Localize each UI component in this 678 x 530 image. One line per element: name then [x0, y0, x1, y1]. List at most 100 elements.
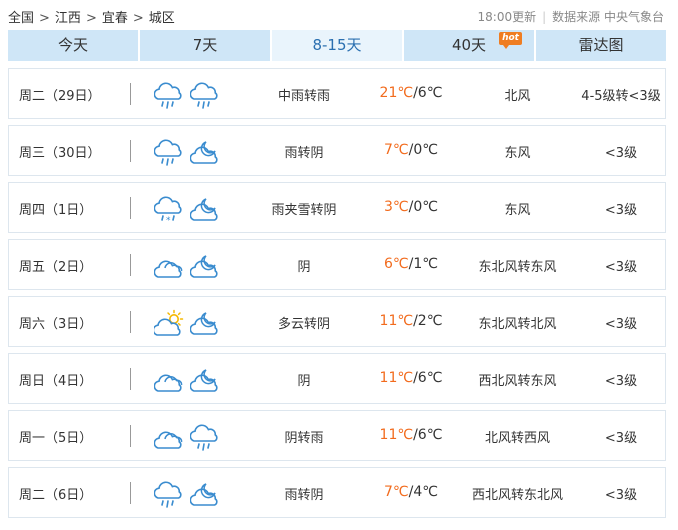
wind-direction: 东风	[504, 146, 531, 161]
weather-icons	[154, 423, 224, 451]
temperature: 7℃/0℃	[361, 142, 461, 158]
forecast-row: 周二（29日） 中雨转雨 21℃/6℃ 北风 4-5级转<3级	[8, 68, 666, 119]
breadcrumb-link-province[interactable]: 江西	[55, 11, 81, 26]
forecast-date: 周二（6日）	[19, 488, 93, 503]
forecast-date: 周二（29日）	[19, 89, 101, 104]
weather-icons	[154, 480, 224, 508]
high-temperature: 21℃	[379, 85, 414, 101]
row-divider	[130, 254, 131, 276]
wind-direction: 东风	[504, 203, 531, 218]
wind-direction: 北风转西风	[484, 431, 550, 446]
row-divider	[130, 425, 131, 447]
forecast-row: 周五（2日） 阴 6℃/1℃ 东北风转东风 <3级	[8, 239, 666, 290]
row-divider	[130, 197, 131, 219]
breadcrumb-separator: >	[39, 11, 50, 26]
tab-label: 雷达图	[578, 36, 624, 54]
weather-description: 雨转阴	[284, 146, 324, 161]
wind-direction: 东北风转东风	[478, 260, 557, 275]
low-temperature: /6℃	[413, 370, 443, 386]
weather-description: 雨夹雪转阴	[271, 203, 337, 218]
breadcrumb: 全国 > 江西 > 宜春 > 城区	[8, 7, 175, 26]
high-temperature: 11℃	[379, 427, 414, 443]
weather-icons	[154, 366, 224, 394]
tab-label: 今天	[57, 36, 88, 54]
breadcrumb-current: 城区	[148, 11, 175, 26]
wind-level: <3级	[604, 260, 638, 275]
weather-icons	[154, 252, 224, 280]
wind-direction: 东北风转北风	[478, 317, 557, 332]
row-divider	[130, 311, 131, 333]
breadcrumb-separator: >	[132, 11, 144, 26]
row-divider	[130, 482, 131, 504]
forecast-row: 周六（3日） 多云转阴 11℃/2℃ 东北风转北风 <3级	[8, 296, 666, 347]
high-temperature: 7℃	[384, 484, 409, 500]
wind-level: <3级	[604, 431, 638, 446]
low-temperature: /6℃	[413, 85, 443, 101]
row-divider	[130, 140, 131, 162]
tab-label: 7天	[192, 36, 218, 54]
breadcrumb-link-city[interactable]: 宜春	[102, 11, 128, 26]
forecast-row: 周三（30日） 雨转阴 7℃/0℃ 东风 <3级	[8, 125, 666, 176]
forecast-tabs: 今天 7天 8-15天 40天 hot 雷达图	[8, 30, 666, 61]
high-temperature: 7℃	[384, 142, 409, 158]
weather-icons: *	[154, 195, 224, 225]
forecast-row: 周日（4日） 阴 11℃/6℃ 西北风转东风 <3级	[8, 353, 666, 404]
weather-icons	[154, 138, 224, 166]
high-temperature: 3℃	[384, 199, 409, 215]
forecast-date: 周六（3日）	[19, 317, 93, 332]
tab-radar[interactable]: 雷达图	[536, 30, 666, 61]
wind-level: <3级	[604, 488, 638, 503]
svg-text:*: *	[166, 216, 171, 225]
high-temperature: 6℃	[384, 256, 409, 272]
hot-badge: hot	[499, 32, 522, 49]
low-temperature: /0℃	[408, 142, 438, 158]
high-temperature: 11℃	[379, 313, 414, 329]
low-temperature: /2℃	[413, 313, 443, 329]
forecast-date: 周日（4日）	[19, 374, 93, 389]
weather-icons	[154, 309, 224, 337]
weather-description: 中雨转雨	[277, 89, 330, 104]
row-divider	[130, 83, 131, 105]
tab-8-15-days[interactable]: 8-15天	[272, 30, 402, 61]
data-source: 数据来源 中央气象台	[552, 10, 664, 24]
meta-divider: |	[542, 10, 547, 24]
wind-level: <3级	[604, 317, 638, 332]
wind-level: <3级	[604, 203, 638, 218]
row-divider	[130, 368, 131, 390]
forecast-list: 周二（29日） 中雨转雨 21℃/6℃ 北风 4-5级转<3级 周三（30日） …	[8, 68, 666, 524]
temperature: 21℃/6℃	[361, 85, 461, 101]
low-temperature: /6℃	[413, 427, 443, 443]
temperature: 11℃/2℃	[361, 313, 461, 329]
low-temperature: /4℃	[408, 484, 438, 500]
weather-description: 阴转雨	[284, 431, 324, 446]
breadcrumb-link-country[interactable]: 全国	[8, 11, 34, 26]
tab-40-days[interactable]: 40天 hot	[404, 30, 534, 61]
wind-level: <3级	[604, 374, 638, 389]
weather-description: 多云转阴	[277, 317, 330, 332]
forecast-row: 周二（6日） 雨转阴 7℃/4℃ 西北风转东北风 <3级	[8, 467, 666, 518]
weather-icons	[154, 81, 224, 109]
forecast-row: 周一（5日） 阴转雨 11℃/6℃ 北风转西风 <3级	[8, 410, 666, 461]
wind-direction: 北风	[504, 89, 531, 104]
breadcrumb-separator: >	[85, 11, 97, 26]
weather-description: 雨转阴	[284, 488, 324, 503]
temperature: 3℃/0℃	[361, 199, 461, 215]
low-temperature: /0℃	[408, 199, 438, 215]
tab-label: 40天	[451, 36, 487, 54]
update-meta: 18:00更新 | 数据来源 中央气象台	[478, 8, 664, 25]
update-time: 18:00更新	[477, 10, 537, 24]
weather-description: 阴	[297, 374, 311, 389]
high-temperature: 11℃	[379, 370, 414, 386]
wind-level: 4-5级转<3级	[581, 89, 661, 104]
temperature: 11℃/6℃	[361, 370, 461, 386]
wind-direction: 西北风转东北风	[471, 488, 563, 503]
wind-level: <3级	[604, 146, 638, 161]
temperature: 11℃/6℃	[361, 427, 461, 443]
tab-label: 8-15天	[312, 36, 362, 54]
wind-direction: 西北风转东风	[478, 374, 557, 389]
tab-7-days[interactable]: 7天	[140, 30, 270, 61]
temperature: 6℃/1℃	[361, 256, 461, 272]
forecast-date: 周三（30日）	[19, 146, 101, 161]
weather-description: 阴	[297, 260, 311, 275]
tab-today[interactable]: 今天	[8, 30, 138, 61]
